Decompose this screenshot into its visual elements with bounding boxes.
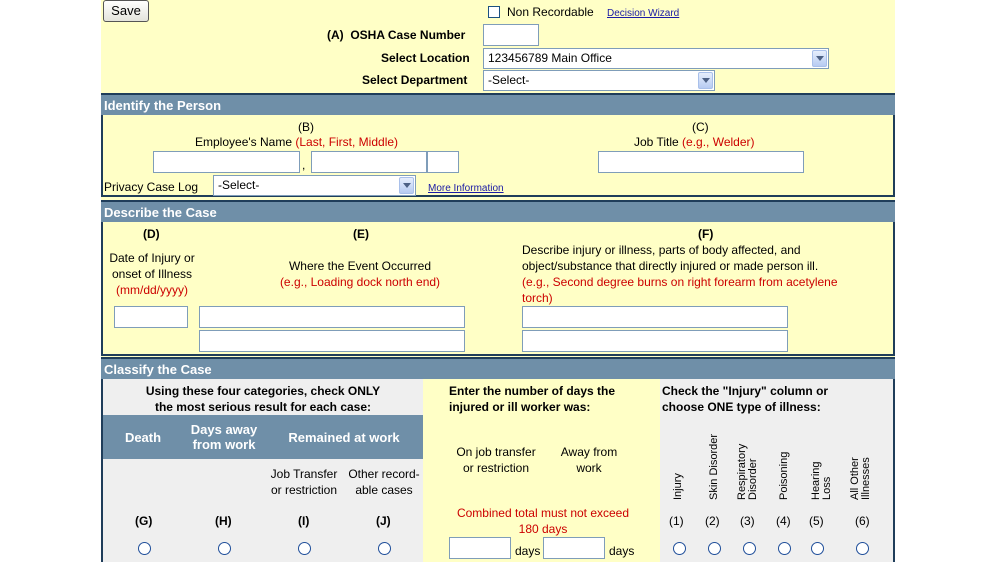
middle-name-input[interactable] [427,151,459,173]
days-limit-warning: Combined total must not exceed 180 days [456,506,630,536]
location-select[interactable]: 123456789 Main Office [483,48,829,69]
privacy-case-log-label: Privacy Case Log [104,180,199,194]
g-letter: (G) [135,514,153,528]
osha-case-number-input[interactable] [483,24,539,46]
days-unit-label-2: days [609,544,635,558]
away-from-work-days-input[interactable] [543,537,605,559]
privacy-case-select[interactable]: -Select- [213,175,416,196]
describe-section-header: Describe the Case [101,200,895,222]
d-letter: (D) [143,227,160,241]
job-transfer-days-input[interactable] [449,537,511,559]
location-select-value: 123456789 Main Office [488,51,612,65]
date-of-injury-label: Date of Injury or onset of Illness (mm/d… [109,251,195,297]
other-recordable-radio[interactable] [378,542,391,555]
chevron-down-icon[interactable] [399,177,414,194]
job-transfer-subheader: Job Transfer or restriction [270,467,338,497]
classify-left-border [101,379,103,562]
event-location-input-2[interactable] [199,330,465,352]
other-recordable-subheader: Other record- able cases [348,467,420,497]
e-letter: (E) [353,227,369,241]
osha-case-number-label: (A) OSHA Case Number [327,28,466,42]
injury-description-input-1[interactable] [522,306,788,328]
days-away-column-header: Days away from work [190,422,258,452]
death-radio[interactable] [138,542,151,555]
department-select[interactable]: -Select- [483,70,715,91]
respiratory-disorder-radio[interactable] [743,542,756,555]
job-title-input[interactable] [598,151,804,173]
remained-at-work-header: Remained at work [288,430,400,445]
classify-right-border [893,379,895,562]
job-transfer-radio[interactable] [298,542,311,555]
chevron-down-icon[interactable] [812,50,827,67]
select-department-label: Select Department [362,73,468,87]
j-letter: (J) [376,514,391,528]
illness-col-other: All Other Illnesses [849,457,872,500]
death-column-header: Death [124,430,162,445]
decision-wizard-link[interactable]: Decision Wizard [607,8,679,19]
illness-num-2: (2) [705,514,720,528]
days-heading: Enter the number of days the injured or … [449,384,616,414]
name-separator: , [302,158,306,172]
i-letter: (I) [298,514,310,528]
illness-col-skin: Skin Disorder [708,433,720,500]
days-away-radio[interactable] [218,542,231,555]
injury-description-input-2[interactable] [522,330,788,352]
poisoning-radio[interactable] [778,542,791,555]
first-name-input[interactable] [311,151,427,173]
illness-col-poisoning: Poisoning [778,451,790,500]
illness-col-hearing: Hearing Loss [810,461,833,500]
injury-radio[interactable] [673,542,686,555]
event-location-input-1[interactable] [199,306,465,328]
date-of-injury-input[interactable] [114,306,188,328]
illness-heading: Check the "Injury" column or choose ONE … [662,384,829,414]
illness-num-4: (4) [776,514,791,528]
illness-num-1: (1) [669,514,684,528]
event-location-label: Where the Event Occurred (e.g., Loading … [279,259,441,289]
all-other-illnesses-radio[interactable] [856,542,869,555]
illness-col-respiratory: Respiratory Disorder [736,443,759,500]
job-title-label: Job Title (e.g., Welder) [634,135,755,149]
illness-num-3: (3) [740,514,755,528]
injury-description-label: Describe injury or illness, parts of bod… [522,243,838,305]
non-recordable-label: Non Recordable [507,5,594,19]
days-unit-label-1: days [515,544,541,558]
select-location-label: Select Location [381,51,470,65]
more-information-link[interactable]: More Information [428,183,504,194]
away-from-work-days-label: Away from work [560,445,618,475]
illness-num-6: (6) [855,514,870,528]
non-recordable-checkbox[interactable] [488,6,500,18]
classify-section-header: Classify the Case [101,357,895,379]
skin-disorder-radio[interactable] [708,542,721,555]
department-select-value: -Select- [488,73,530,87]
illness-num-5: (5) [809,514,824,528]
identify-section-header: Identify the Person [101,93,895,115]
b-letter: (B) [298,120,314,134]
c-letter: (C) [692,120,709,134]
job-transfer-days-label: On job transfer or restriction [456,445,536,475]
save-button[interactable]: Save [103,0,149,22]
f-letter: (F) [698,227,714,241]
classify-left-heading: Using these four categories, check ONLY … [145,384,381,414]
chevron-down-icon[interactable] [698,72,713,89]
h-letter: (H) [215,514,232,528]
last-name-input[interactable] [153,151,300,173]
illness-col-injury: Injury [672,473,684,500]
employee-name-label: Employee's Name (Last, First, Middle) [195,135,399,149]
privacy-case-select-value: -Select- [218,178,260,192]
hearing-loss-radio[interactable] [811,542,824,555]
